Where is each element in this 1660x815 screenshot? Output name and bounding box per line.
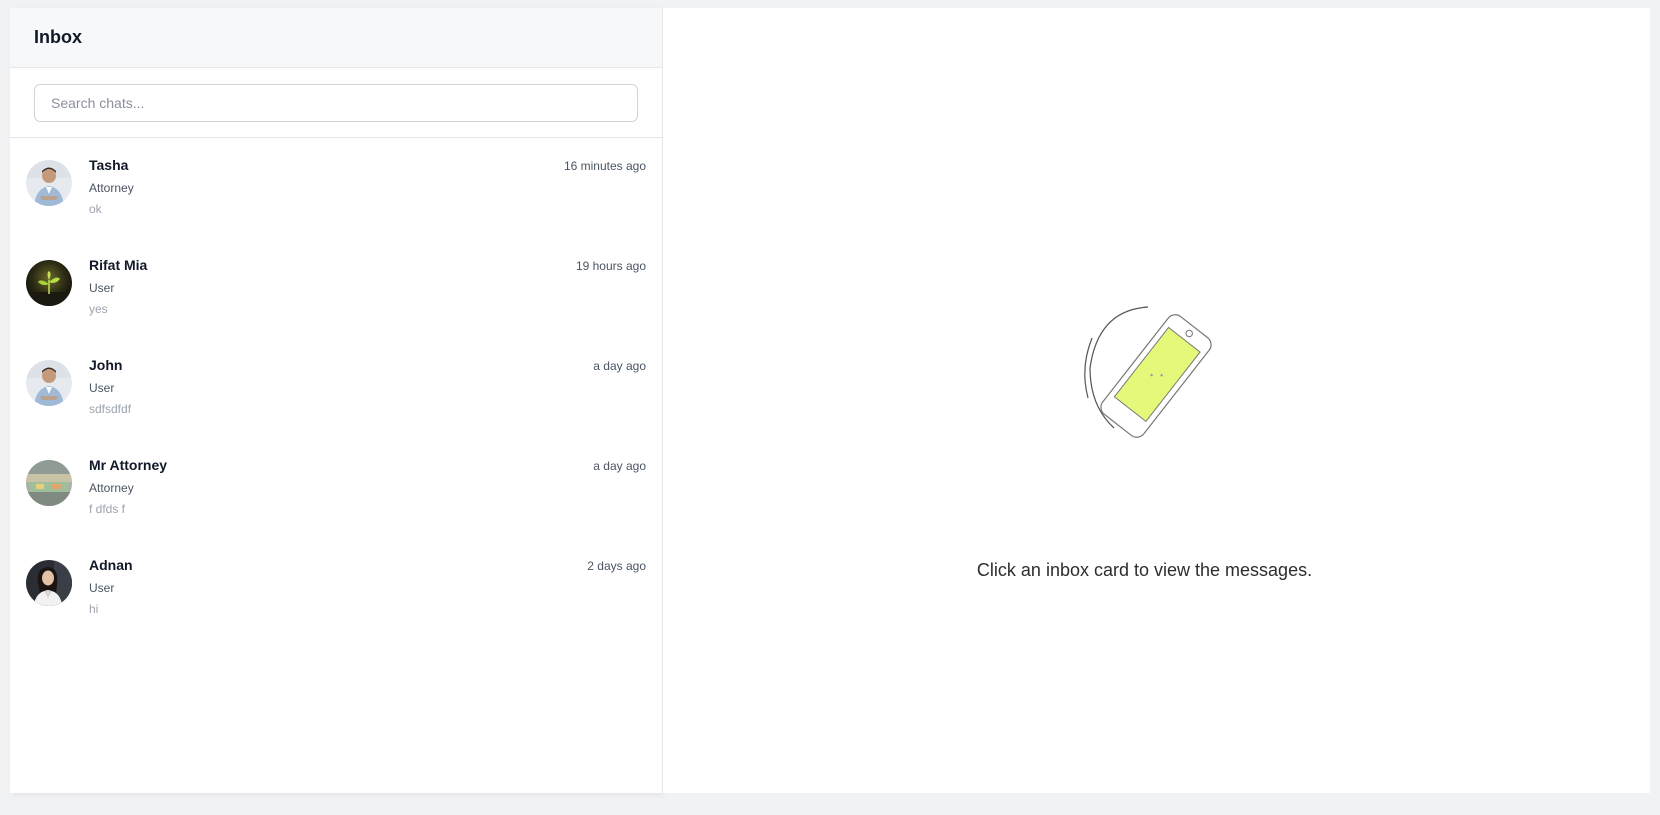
chat-preview: yes <box>89 302 108 316</box>
chat-item-mr-attorney[interactable]: Mr Attorney a day ago Attorney f dfds f <box>10 450 662 550</box>
chat-preview: sdfsdfdf <box>89 402 132 416</box>
inbox-title: Inbox <box>34 27 82 47</box>
chat-item-john[interactable]: John a day ago User sdfsdfdf <box>10 350 662 450</box>
chat-item-tasha[interactable]: Tasha 16 minutes ago Attorney ok <box>10 150 662 250</box>
chat-list: Tasha 16 minutes ago Attorney ok Rifat M… <box>10 138 662 650</box>
chat-timestamp: a day ago <box>593 459 646 473</box>
avatar <box>26 160 72 206</box>
avatar <box>26 260 72 306</box>
inbox-sidebar: Inbox Search chats... Tasha 16 minutes a… <box>10 8 663 793</box>
chat-role: Attorney <box>89 181 134 195</box>
chat-timestamp: 2 days ago <box>587 559 646 573</box>
chat-name: Adnan <box>89 557 133 573</box>
chat-item-adnan[interactable]: Adnan 2 days ago User hi <box>10 550 662 650</box>
chat-item-rifat-mia[interactable]: Rifat Mia 19 hours ago User yes <box>10 250 662 350</box>
avatar <box>26 360 72 406</box>
chat-name: Mr Attorney <box>89 457 168 473</box>
message-panel: Click an inbox card to view the messages… <box>663 8 1650 793</box>
chat-timestamp: 16 minutes ago <box>563 159 646 173</box>
chat-timestamp: 19 hours ago <box>575 259 646 273</box>
search-container <box>10 68 662 138</box>
chat-preview: ok <box>89 202 102 216</box>
chat-preview: f dfds f <box>89 502 126 516</box>
app-window: Inbox Search chats... Tasha 16 minutes a… <box>10 8 1650 793</box>
chat-role: User <box>89 381 115 395</box>
chat-role: User <box>89 281 115 295</box>
chat-name: Tasha <box>89 157 129 173</box>
chat-name: John <box>89 357 123 373</box>
chat-role: User <box>89 581 115 595</box>
avatar <box>26 460 72 506</box>
search-chats-input[interactable] <box>34 83 638 122</box>
rotating-phone-icon <box>1068 298 1228 443</box>
chat-role: Attorney <box>89 481 134 495</box>
sidebar-header: Inbox <box>10 8 662 68</box>
empty-state-message: Click an inbox card to view the messages… <box>976 560 1313 580</box>
avatar <box>26 560 72 606</box>
chat-name: Rifat Mia <box>89 257 148 273</box>
chat-preview: hi <box>89 602 99 616</box>
chat-timestamp: a day ago <box>593 359 646 373</box>
